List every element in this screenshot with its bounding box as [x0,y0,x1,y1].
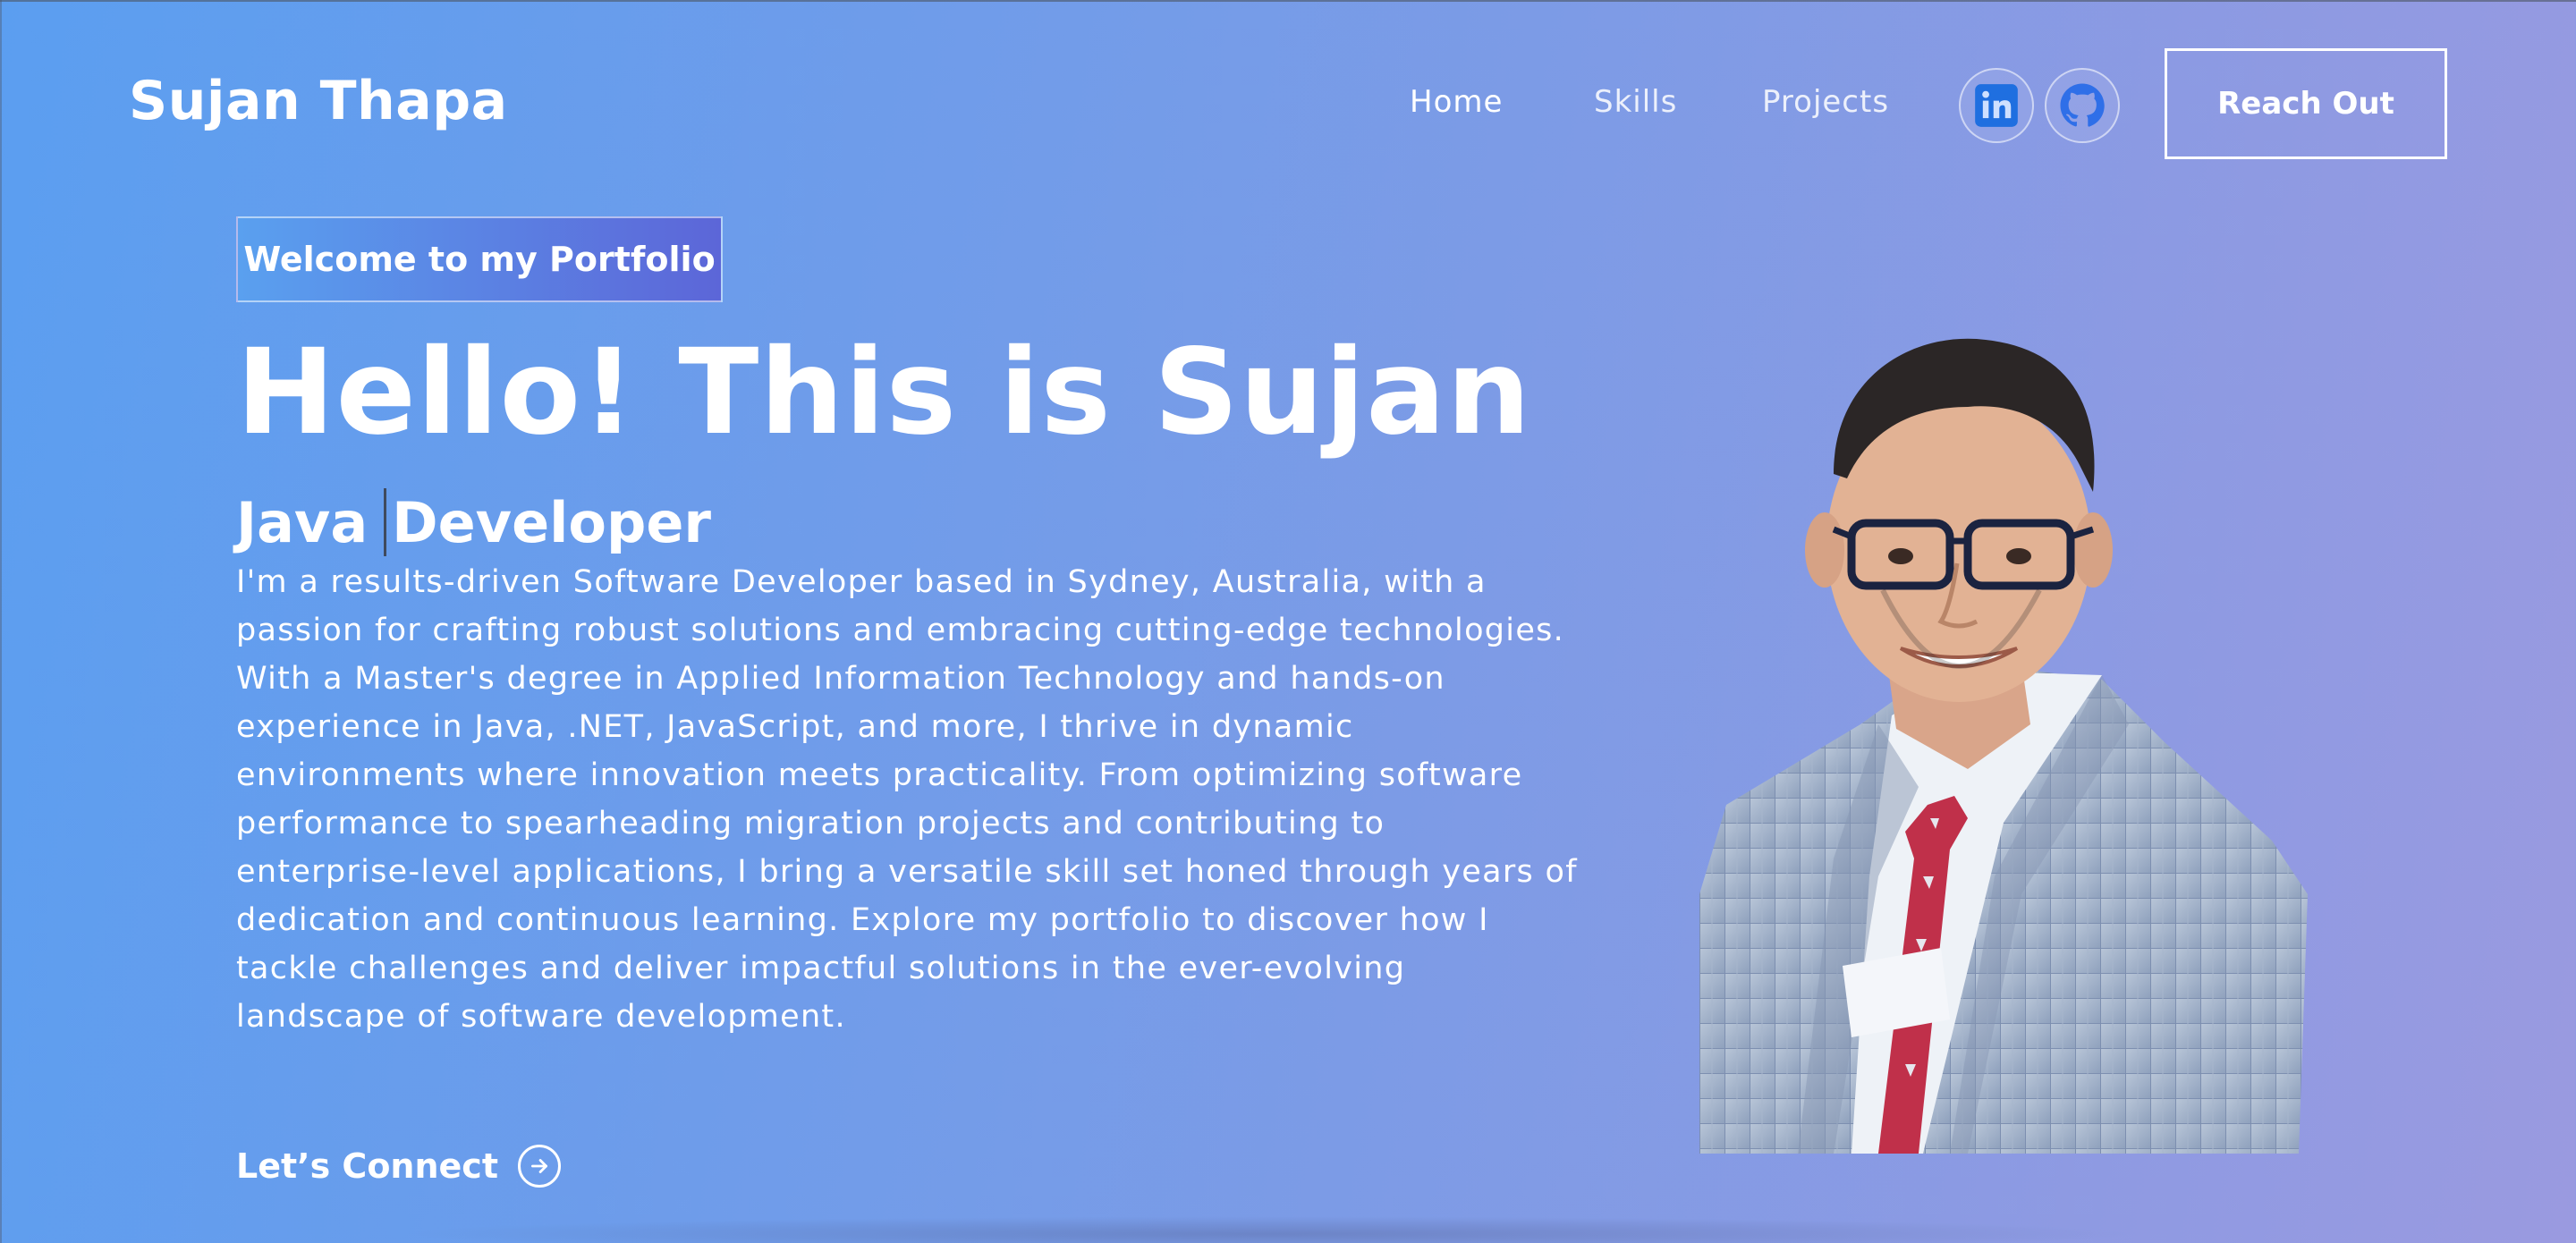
lets-connect-label: Let’s Connect [236,1146,498,1186]
window-left-edge [0,0,2,1243]
nav-link-home[interactable]: Home [1410,84,1503,120]
role-word-2: Developer [392,489,712,555]
linkedin-link[interactable] [1959,68,2034,143]
bio-paragraph: I'm a results-driven Software Developer … [236,564,1578,1035]
window-top-edge [0,0,2576,2]
site-brand[interactable]: Sujan Thapa [129,70,508,132]
section-divider-shadow [394,1216,2147,1243]
linkedin-icon [1975,84,2018,127]
role-typewriter: Java Developer [236,488,711,556]
typing-caret [384,488,387,556]
reach-out-button[interactable]: Reach Out [2165,48,2447,159]
welcome-tagline: Welcome to my Portfolio [236,216,723,302]
github-link[interactable] [2045,68,2120,143]
nav-link-skills[interactable]: Skills [1594,84,1677,120]
github-icon [2060,83,2105,127]
profile-photo [1699,338,2308,1154]
lets-connect-button[interactable]: Let’s Connect [236,1145,561,1188]
hero-headline: Hello! This is Sujan [236,324,1532,461]
nav-link-projects[interactable]: Projects [1762,84,1889,120]
arrow-right-circle-icon [518,1145,561,1188]
role-word-1: Java [236,489,369,555]
